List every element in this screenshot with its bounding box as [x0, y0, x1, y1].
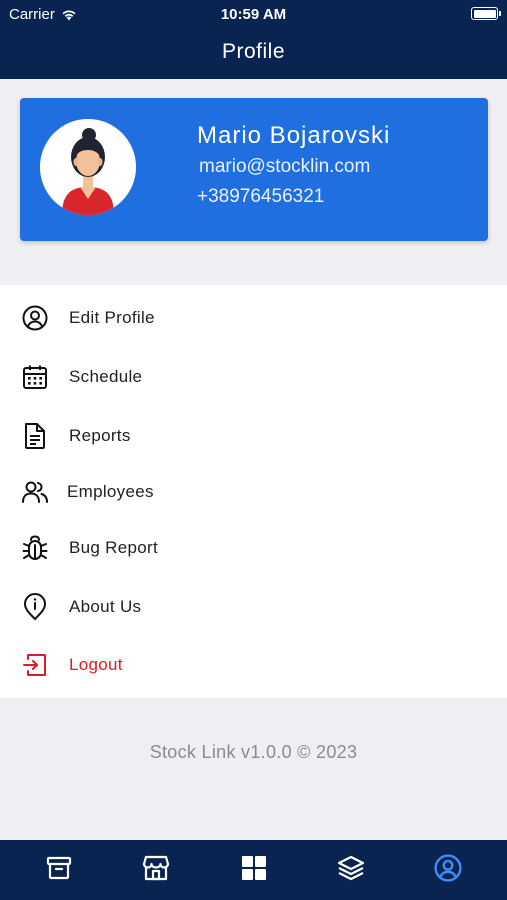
tab-profile[interactable]: [432, 852, 464, 884]
tab-archive[interactable]: [43, 852, 75, 884]
menu-item-label: Edit Profile: [69, 308, 155, 327]
store-icon: [142, 855, 170, 881]
menu-item-label: Employees: [67, 482, 154, 501]
menu-item-label: Reports: [69, 426, 131, 445]
profile-card: Mario Bojarovski mario@stocklin.com +389…: [20, 98, 488, 241]
bug-icon: [20, 533, 50, 563]
avatar: [40, 119, 136, 215]
tab-dashboard[interactable]: [238, 852, 270, 884]
profile-phone: +38976456321: [197, 186, 325, 207]
profile-name: Mario Bojarovski: [197, 122, 391, 149]
bottom-tab-bar: [0, 840, 507, 900]
menu-item-schedule[interactable]: Schedule: [0, 349, 507, 405]
tab-store[interactable]: [140, 852, 172, 884]
grid-icon: [242, 856, 266, 880]
tab-layers[interactable]: [335, 852, 367, 884]
avatar-illustration: [40, 119, 136, 215]
status-time: 10:59 AM: [220, 6, 287, 23]
document-icon: [20, 421, 50, 451]
menu-item-logout[interactable]: Logout: [0, 637, 507, 693]
menu-item-label: Schedule: [69, 367, 143, 386]
menu-item-bug-report[interactable]: Bug Report: [0, 520, 507, 576]
users-icon: [20, 477, 50, 507]
menu-item-about-us[interactable]: About Us: [0, 579, 507, 635]
page-title: Profile: [221, 40, 286, 63]
menu-item-employees[interactable]: Employees: [0, 464, 507, 520]
menu-item-edit-profile[interactable]: Edit Profile: [0, 290, 507, 346]
menu-item-reports[interactable]: Reports: [0, 408, 507, 464]
archive-icon: [46, 856, 72, 880]
menu-item-label: Logout: [69, 655, 123, 674]
calendar-icon: [20, 362, 50, 392]
profile-menu: Edit Profile Schedule Reports Employees …: [0, 285, 507, 698]
user-circle-icon: [20, 303, 50, 333]
top-bar: Carrier 10:59 AM Profile: [0, 0, 507, 79]
battery-icon: [471, 7, 501, 20]
layers-icon: [337, 855, 365, 881]
version-footer: Stock Link v1.0.0 © 2023: [149, 742, 358, 762]
info-pin-icon: [20, 592, 50, 622]
profile-icon: [434, 854, 462, 882]
menu-item-label: About Us: [69, 597, 142, 616]
profile-email: mario@stocklin.com: [199, 156, 371, 177]
menu-item-label: Bug Report: [69, 538, 158, 557]
logout-icon: [20, 650, 50, 680]
status-bar: Carrier 10:59 AM: [0, 0, 507, 30]
